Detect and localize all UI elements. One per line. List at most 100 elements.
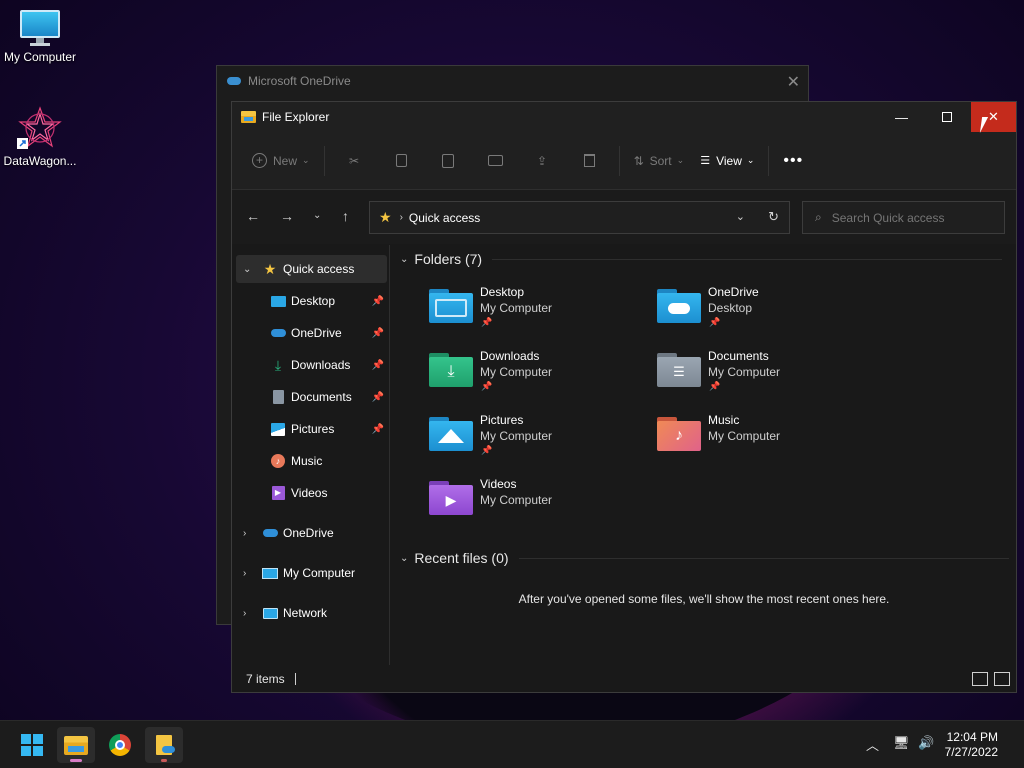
clock[interactable]: 12:04 PM 7/27/2022 — [945, 730, 998, 760]
nav-item-label: My Computer — [283, 566, 356, 580]
close-icon[interactable]: ✕ — [787, 72, 800, 92]
maximize-button[interactable] — [924, 102, 969, 132]
refresh-icon[interactable]: ↻ — [768, 209, 779, 225]
folder-tile-desktop[interactable]: Desktop My Computer 📌 — [429, 285, 629, 341]
folder-name: Pictures — [480, 413, 524, 427]
taskbar-file-explorer[interactable] — [57, 727, 95, 763]
group-divider — [492, 258, 1003, 260]
nav-item-my-computer[interactable]: › My Computer — [232, 559, 390, 587]
show-hidden-icons-chevron-icon[interactable]: ︿ — [866, 735, 879, 754]
videos-folder-icon: ▶ — [429, 481, 473, 515]
nav-item-documents[interactable]: Documents 📌 — [232, 383, 390, 411]
desktop-icon-datawagon[interactable]: DataWagon... — [0, 106, 80, 168]
new-button-label: New — [273, 153, 298, 168]
recent-empty-message: After you've opened some files, we'll sh… — [518, 592, 890, 606]
downloads-folder-icon: ⤓ — [429, 353, 473, 387]
folder-tile-music[interactable]: ♪ Music My Computer — [657, 413, 857, 469]
share-icon: ⇪ — [537, 153, 548, 168]
chevron-right-icon[interactable]: › — [243, 608, 246, 619]
folder-location: Desktop — [708, 301, 753, 315]
nav-item-videos[interactable]: ▶ Videos — [232, 479, 390, 507]
group-divider — [518, 557, 1009, 559]
recent-locations-chevron-icon[interactable]: ⌄ — [313, 210, 321, 221]
cut-button[interactable]: ✂ — [331, 145, 378, 177]
share-button[interactable]: ⇪ — [519, 145, 566, 177]
delete-button[interactable] — [566, 145, 613, 177]
onedrive-folder-icon — [657, 289, 701, 323]
breadcrumb-chevron-icon: › — [399, 212, 403, 223]
folders-group-header[interactable]: ⌄ Folders (7) — [400, 251, 1003, 267]
new-button[interactable]: + New ⌄ — [244, 145, 318, 177]
nav-item-music[interactable]: ♪ Music — [232, 447, 390, 475]
search-box[interactable]: ⌕ — [802, 201, 1005, 234]
chevron-down-icon[interactable]: ⌄ — [243, 264, 251, 275]
folder-tile-videos[interactable]: ▶ Videos My Computer — [429, 477, 629, 533]
taskbar-onedrive-app[interactable] — [145, 727, 183, 763]
details-view-icon[interactable] — [972, 672, 988, 686]
copy-button[interactable] — [378, 145, 425, 177]
network-icon[interactable]: 🖥 — [893, 735, 910, 751]
search-icon: ⌕ — [815, 210, 822, 224]
chevron-down-icon: ⌄ — [400, 552, 409, 564]
pin-icon[interactable]: 📌 — [372, 296, 384, 307]
chevron-right-icon[interactable]: › — [243, 528, 246, 539]
large-icons-view-icon[interactable] — [994, 672, 1010, 686]
title-bar[interactable]: File Explorer — ✕ — [232, 102, 1016, 132]
nav-item-onedrive-pinned[interactable]: OneDrive 📌 — [232, 319, 390, 347]
folder-tile-downloads[interactable]: ⤓ Downloads My Computer 📌 — [429, 349, 629, 405]
folder-icon — [241, 111, 256, 123]
back-arrow-icon[interactable]: ← — [246, 208, 260, 224]
up-arrow-icon[interactable]: ↑ — [342, 208, 349, 224]
chevron-down-icon: ⌄ — [746, 155, 755, 165]
nav-item-quick-access[interactable]: ⌄ ★ Quick access — [236, 255, 387, 283]
taskbar-chrome[interactable] — [101, 727, 139, 763]
minimize-button[interactable]: — — [879, 102, 924, 132]
nav-item-desktop[interactable]: Desktop 📌 — [232, 287, 390, 315]
nav-item-onedrive[interactable]: › OneDrive — [232, 519, 390, 547]
nav-item-label: Music — [291, 454, 323, 468]
pin-icon[interactable]: 📌 — [372, 424, 384, 435]
nav-item-downloads[interactable]: ⤓ Downloads 📌 — [232, 351, 390, 379]
star-icon: ★ — [263, 260, 277, 277]
pin-icon[interactable]: 📌 — [372, 328, 384, 339]
volume-icon[interactable]: 🔊 — [918, 735, 934, 751]
address-bar[interactable]: ★ › Quick access ⌄ ↻ — [369, 201, 790, 234]
chevron-right-icon[interactable]: › — [243, 568, 246, 579]
folder-tile-onedrive[interactable]: OneDrive Desktop 📌 — [657, 285, 857, 341]
nav-item-network[interactable]: › Network — [232, 599, 390, 627]
recent-group-header[interactable]: ⌄ Recent files (0) — [400, 550, 1009, 566]
download-icon: ⤓ — [274, 356, 282, 373]
sort-button[interactable]: ⇅ Sort ⌄ — [626, 145, 693, 177]
mouse-cursor — [979, 117, 995, 133]
start-button[interactable] — [13, 727, 51, 763]
desktop-icon-my-computer[interactable]: My Computer — [0, 10, 80, 64]
forward-arrow-icon[interactable]: → — [280, 208, 294, 224]
chevron-down-icon[interactable]: ⌄ — [736, 210, 745, 223]
breadcrumb[interactable]: Quick access — [409, 211, 480, 225]
see-more-button[interactable]: ••• — [775, 145, 811, 177]
chevron-down-icon: ⌄ — [400, 253, 409, 265]
maximize-icon — [941, 112, 952, 122]
toolbar-divider — [768, 145, 770, 176]
rename-button[interactable] — [472, 145, 519, 177]
folder-tile-pictures[interactable]: Pictures My Computer 📌 — [429, 413, 629, 469]
view-button[interactable]: ☰ View ⌄ — [692, 145, 762, 177]
view-list-icon: ☰ — [700, 155, 711, 167]
folder-location: My Computer — [480, 493, 553, 507]
folder-name: Documents — [708, 349, 769, 363]
nav-item-label: Network — [283, 606, 328, 620]
paste-button[interactable] — [425, 145, 472, 177]
video-icon: ▶ — [270, 485, 286, 501]
nav-item-pictures[interactable]: Pictures 📌 — [232, 415, 390, 443]
search-input[interactable] — [831, 210, 982, 225]
pin-icon[interactable]: 📌 — [372, 360, 384, 371]
document-icon — [270, 389, 286, 405]
toolbar-divider — [618, 145, 620, 176]
datawagon-icon — [17, 106, 63, 150]
music-icon: ♪ — [270, 453, 286, 469]
pin-icon[interactable]: 📌 — [372, 392, 384, 403]
view-button-label: View — [716, 153, 742, 168]
folder-tile-documents[interactable]: ☰ Documents My Computer 📌 — [657, 349, 857, 405]
folder-name: Downloads — [480, 349, 540, 363]
windows-logo-icon — [21, 734, 43, 756]
